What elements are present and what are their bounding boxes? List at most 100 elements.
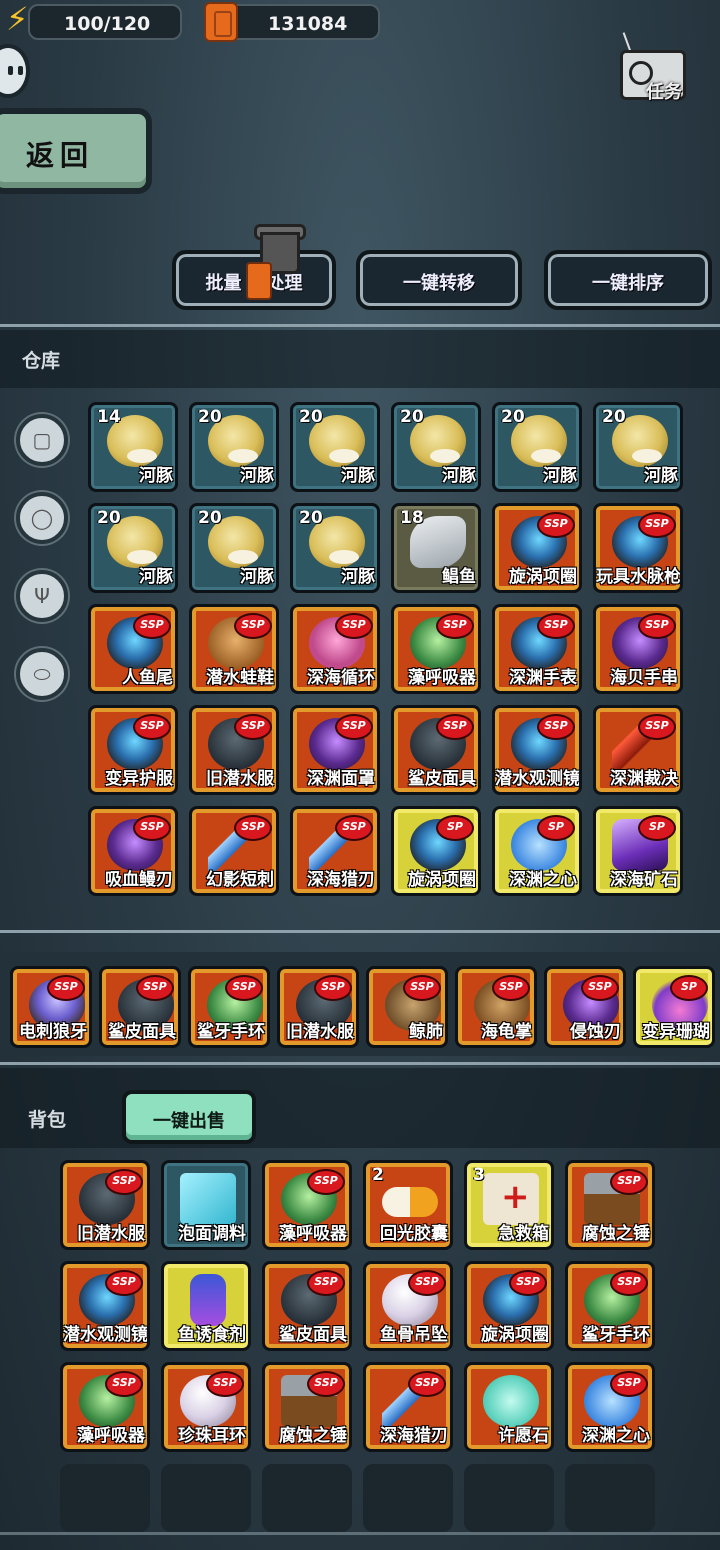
- item-slot[interactable]: SSP 腐蚀之锤: [262, 1362, 352, 1452]
- kit-item-icon: [483, 1173, 539, 1225]
- item-slot[interactable]: 20 河豚: [189, 503, 279, 593]
- item-name: 河豚: [341, 466, 375, 486]
- item-slot[interactable]: SSP 旋涡项圈: [492, 503, 582, 593]
- item-slot[interactable]: SSP 藻呼吸器: [262, 1160, 352, 1250]
- item-slot[interactable]: SSP 鱼骨吊坠: [363, 1261, 453, 1351]
- item-name: 旧潜水服: [286, 1022, 354, 1042]
- empty-slot[interactable]: [161, 1464, 251, 1532]
- sort-all-button[interactable]: 一键排序: [544, 250, 712, 310]
- sell-all-button[interactable]: 一键出售: [122, 1090, 256, 1144]
- item-slot[interactable]: SSP 侵蚀刃: [544, 966, 626, 1048]
- item-slot[interactable]: 20 河豚: [88, 503, 178, 593]
- rarity-badge: SSP: [105, 1371, 143, 1397]
- item-slot[interactable]: 20 河豚: [290, 503, 380, 593]
- item-slot[interactable]: 许愿石: [464, 1362, 554, 1452]
- item-slot[interactable]: SSP 变异护服: [88, 705, 178, 795]
- item-slot[interactable]: SSP 藻呼吸器: [391, 604, 481, 694]
- item-name: 侵蚀刃: [570, 1022, 621, 1042]
- item-slot[interactable]: SP 深渊之心: [492, 806, 582, 896]
- item-count: 14: [97, 407, 121, 427]
- item-slot[interactable]: SSP 鲨皮面具: [262, 1261, 352, 1351]
- category-materials-tab[interactable]: ▢: [16, 414, 68, 466]
- item-slot[interactable]: SP 旋涡项圈: [391, 806, 481, 896]
- item-slot[interactable]: 鱼诱食剂: [161, 1261, 251, 1351]
- item-slot[interactable]: 20 河豚: [189, 402, 279, 492]
- item-name: 藻呼吸器: [408, 668, 476, 688]
- item-slot[interactable]: SSP 深海循环: [290, 604, 380, 694]
- item-slot[interactable]: SSP 腐蚀之锤: [565, 1160, 655, 1250]
- item-slot[interactable]: SSP 旧潜水服: [277, 966, 359, 1048]
- item-slot[interactable]: 20 河豚: [492, 402, 582, 492]
- empty-slot[interactable]: [363, 1464, 453, 1532]
- empty-slot[interactable]: [464, 1464, 554, 1532]
- item-slot[interactable]: SSP 藻呼吸器: [60, 1362, 150, 1452]
- item-slot[interactable]: SSP 电刺狼牙: [10, 966, 92, 1048]
- capsule-icon: ⬭: [33, 662, 51, 686]
- item-slot[interactable]: SSP 鲨皮面具: [99, 966, 181, 1048]
- item-slot[interactable]: 20 河豚: [391, 402, 481, 492]
- back-button[interactable]: 返回: [0, 108, 152, 194]
- item-slot[interactable]: SSP 海龟掌: [455, 966, 537, 1048]
- item-slot[interactable]: SSP 深渊之心: [565, 1362, 655, 1452]
- item-slot[interactable]: 20 河豚: [290, 402, 380, 492]
- batch-label-prefix: 批量: [205, 273, 242, 294]
- item-slot[interactable]: SSP 珍珠耳环: [161, 1362, 251, 1452]
- transfer-all-button[interactable]: 一键转移: [356, 250, 522, 310]
- item-slot[interactable]: SSP 旋涡项圈: [464, 1261, 554, 1351]
- item-slot[interactable]: 18 鲳鱼: [391, 503, 481, 593]
- category-weapon-tab[interactable]: Ψ: [16, 570, 68, 622]
- item-slot[interactable]: 泡面调料: [161, 1160, 251, 1250]
- item-slot[interactable]: 3 急救箱: [464, 1160, 554, 1250]
- item-name: 潜水观测镜: [63, 1325, 148, 1345]
- task-label: 任务: [646, 82, 682, 103]
- item-slot[interactable]: SSP 潜水观测镜: [60, 1261, 150, 1351]
- item-slot[interactable]: SSP 人鱼尾: [88, 604, 178, 694]
- item-slot[interactable]: SSP 旧潜水服: [60, 1160, 150, 1250]
- category-consumable-tab[interactable]: ⬭: [16, 648, 68, 700]
- item-slot[interactable]: SSP 鲨皮面具: [391, 705, 481, 795]
- warehouse-title: 仓库: [22, 350, 61, 372]
- side-menu-toggle[interactable]: [0, 44, 30, 98]
- item-slot[interactable]: 14 河豚: [88, 402, 178, 492]
- empty-slot[interactable]: [60, 1464, 150, 1532]
- item-slot[interactable]: SSP 深渊面罩: [290, 705, 380, 795]
- rarity-badge: SP: [537, 815, 575, 841]
- empty-slot[interactable]: [565, 1464, 655, 1532]
- item-slot[interactable]: SSP 幻影短刺: [189, 806, 279, 896]
- item-name: 泡面调料: [178, 1224, 246, 1244]
- top-resource-bar: 100/120 ⚡ 131084: [0, 0, 720, 44]
- item-count: 3: [473, 1165, 485, 1185]
- rarity-badge: SSP: [638, 613, 676, 639]
- item-slot[interactable]: SSP 鲸肺: [366, 966, 448, 1048]
- item-slot[interactable]: 2 回光胶囊: [363, 1160, 453, 1250]
- item-name: 许愿石: [498, 1426, 549, 1446]
- item-slot[interactable]: SSP 吸血鳗刃: [88, 806, 178, 896]
- item-slot[interactable]: SSP 鲨牙手环: [188, 966, 270, 1048]
- item-slot[interactable]: SP 深海矿石: [593, 806, 683, 896]
- rarity-badge: SSP: [47, 975, 85, 1001]
- fuel-can-icon: [246, 262, 272, 300]
- item-slot[interactable]: SSP 潜水蛙鞋: [189, 604, 279, 694]
- item-slot[interactable]: SSP 旧潜水服: [189, 705, 279, 795]
- item-count: 2: [372, 1165, 384, 1185]
- packet-item-icon: [180, 1173, 236, 1225]
- item-slot[interactable]: SSP 深海猎刃: [290, 806, 380, 896]
- rarity-badge: SSP: [105, 1169, 143, 1195]
- task-button[interactable]: 任务: [616, 32, 706, 106]
- empty-slot[interactable]: [262, 1464, 352, 1532]
- item-name: 鲨皮面具: [279, 1325, 347, 1345]
- item-slot[interactable]: SSP 深渊手表: [492, 604, 582, 694]
- category-food-tab[interactable]: ◯: [16, 492, 68, 544]
- item-name: 深海矿石: [610, 870, 678, 890]
- item-slot[interactable]: SSP 深海猎刃: [363, 1362, 453, 1452]
- item-slot[interactable]: SSP 鲨牙手环: [565, 1261, 655, 1351]
- item-name: 旧潜水服: [206, 769, 274, 789]
- divider: [0, 1062, 720, 1065]
- item-slot[interactable]: SP 变异珊瑚: [633, 966, 715, 1048]
- item-slot[interactable]: SSP 深渊裁决: [593, 705, 683, 795]
- item-slot[interactable]: SSP 海贝手串: [593, 604, 683, 694]
- item-slot[interactable]: SSP 潜水观测镜: [492, 705, 582, 795]
- item-slot[interactable]: SSP 玩具水脉枪: [593, 503, 683, 593]
- item-slot[interactable]: 20 河豚: [593, 402, 683, 492]
- rarity-badge: SP: [436, 815, 474, 841]
